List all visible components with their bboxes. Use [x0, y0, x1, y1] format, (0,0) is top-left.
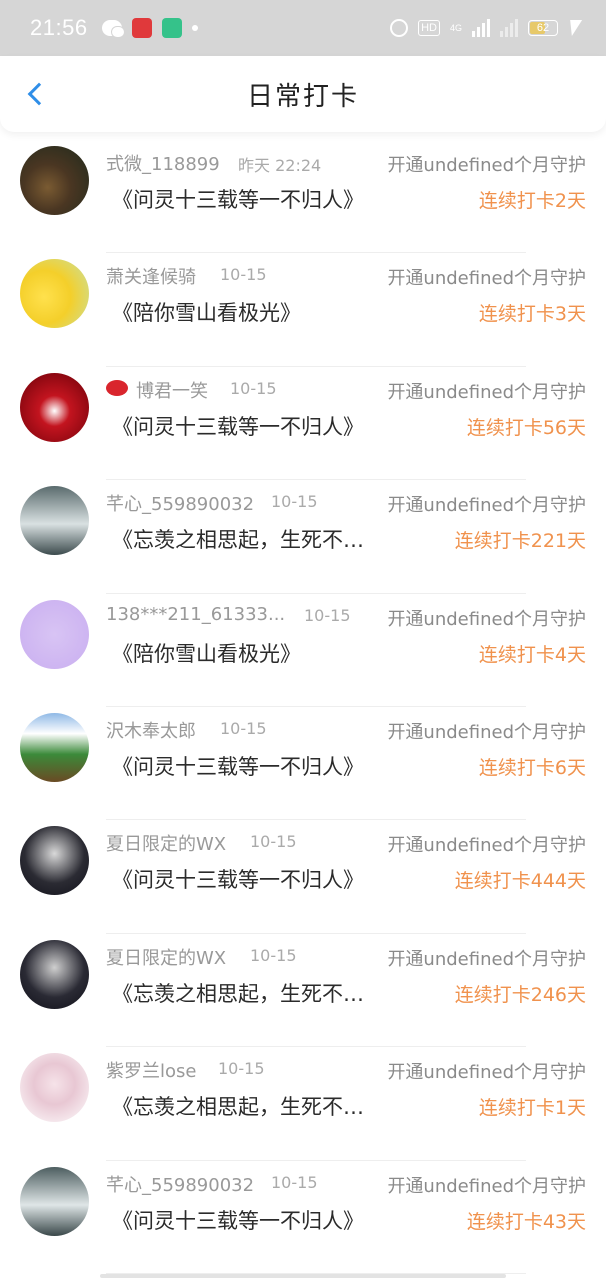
streak-badge: 连续打卡2天 — [478, 190, 586, 212]
streak-badge: 连续打卡1天 — [478, 1097, 586, 1120]
guard-status: 开通undefined个月守护 — [387, 155, 586, 176]
checkin-message[interactable]: 《忘羡之相思起，生死不离》 — [112, 524, 382, 554]
streak-badge: 连续打卡43天 — [466, 1210, 586, 1233]
streak-badge: 连续打卡246天 — [454, 983, 586, 1006]
avatar[interactable] — [20, 939, 89, 1009]
user-name[interactable]: 沢木奉太郎 — [106, 717, 196, 743]
list-item[interactable]: 夏日限定的WX 10-15 开通undefined个月守护 《问灵十三载等一不归人》 连… — [0, 820, 606, 934]
battery-level: 62 — [536, 22, 550, 34]
checkin-date: 10-15 — [218, 1059, 265, 1079]
notification-icons — [101, 18, 198, 38]
user-name[interactable]: 芊心_559890032 — [106, 1171, 254, 1197]
checkin-message[interactable]: 《陪你雪山看极光》 — [112, 297, 382, 327]
more-notifications-dot-icon — [191, 25, 198, 31]
network-type-label: 4G — [449, 23, 462, 33]
user-name[interactable]: 芊心_559890032 — [106, 490, 254, 516]
user-name[interactable]: 138***211_61333... — [106, 604, 285, 625]
app-notification-icon — [161, 18, 182, 38]
checkin-list: 式微_118899 昨天 22:24 开通undefined个月守护 《问灵十三载等一… — [0, 140, 606, 1274]
signal-icon — [472, 19, 490, 37]
alarm-icon — [390, 19, 409, 37]
streak-badge: 连续打卡3天 — [478, 303, 586, 326]
checkin-message[interactable]: 《问灵十三载等一不归人》 — [112, 184, 382, 214]
status-right: HD 4G 62 — [390, 19, 583, 37]
avatar[interactable] — [20, 712, 89, 782]
weibo-icon — [131, 18, 152, 38]
header: 日常打卡 — [0, 56, 606, 132]
list-item[interactable]: 夏日限定的WX 10-15 开通undefined个月守护 《忘羡之相思起，生死不离》… — [0, 934, 606, 1048]
user-name[interactable]: 夏日限定的WX — [106, 830, 226, 856]
avatar[interactable] — [20, 259, 89, 329]
list-item[interactable]: 芊心_559890032 10-15 开通undefined个月守护 《问灵十三载等一… — [0, 1161, 606, 1274]
page-title: 日常打卡 — [246, 81, 359, 112]
checkin-message[interactable]: 《忘羡之相思起，生死不离》 — [112, 978, 382, 1008]
checkin-date: 10-15 — [304, 605, 351, 625]
checkin-message[interactable]: 《问灵十三载等一不归人》 — [112, 1205, 382, 1235]
avatar[interactable] — [20, 1166, 89, 1236]
guard-status: 开通undefined个月守护 — [387, 1175, 586, 1197]
battery-icon: 62 — [528, 20, 558, 36]
checkin-date: 10-15 — [271, 1172, 318, 1192]
user-name[interactable]: 紫罗兰lose — [106, 1057, 196, 1083]
list-item[interactable]: 138***211_61333... 10-15 开通undefined个月守护 《陪… — [0, 594, 606, 707]
signal-secondary-icon — [500, 19, 518, 37]
guard-status: 开通undefined个月守护 — [387, 948, 586, 970]
checkin-message[interactable]: 《问灵十三载等一不归人》 — [112, 751, 382, 781]
checkin-date: 10-15 — [250, 945, 297, 965]
streak-badge: 连续打卡444天 — [454, 870, 586, 893]
streak-badge: 连续打卡4天 — [478, 643, 586, 666]
list-item[interactable]: 芊心_559890032 10-15 开通undefined个月守护 《忘羡之相思起，… — [0, 480, 606, 594]
streak-badge: 连续打卡6天 — [478, 756, 586, 779]
lips-icon — [106, 379, 128, 396]
list-item[interactable]: 博君一笑 10-15 开通undefined个月守护 《问灵十三载等一不归人》 连续打卡… — [0, 367, 606, 481]
checkin-date: 10-15 — [250, 832, 297, 852]
streak-badge: 连续打卡56天 — [466, 416, 586, 439]
guard-status: 开通undefined个月守护 — [387, 721, 586, 743]
charging-icon — [565, 20, 583, 36]
home-indicator[interactable] — [100, 1274, 506, 1278]
avatar[interactable] — [20, 146, 89, 215]
checkin-message[interactable]: 《问灵十三载等一不归人》 — [112, 864, 382, 894]
guard-status: 开通undefined个月守护 — [387, 1062, 586, 1084]
guard-status: 开通undefined个月守护 — [387, 268, 586, 290]
checkin-message[interactable]: 《忘羡之相思起，生死不离》 — [112, 1091, 382, 1121]
list-item[interactable]: 萧关逢候骑 10-15 开通undefined个月守护 《陪你雪山看极光》 连续打卡3天 — [0, 253, 606, 367]
checkin-date: 10-15 — [220, 718, 267, 738]
back-button[interactable] — [16, 74, 56, 114]
checkin-date: 10-15 — [220, 265, 267, 285]
avatar[interactable] — [20, 486, 89, 556]
list-item[interactable]: 紫罗兰lose 10-15 开通undefined个月守护 《忘羡之相思起，生死不离》… — [0, 1047, 606, 1161]
list-item[interactable]: 式微_118899 昨天 22:24 开通undefined个月守护 《问灵十三载等一… — [0, 140, 606, 254]
wechat-icon — [101, 20, 125, 38]
checkin-date: 昨天 22:24 — [238, 156, 322, 175]
status-bar: 21:56 HD 4G 62 — [0, 0, 606, 56]
list-item[interactable]: 沢木奉太郎 10-15 开通undefined个月守护 《问灵十三载等一不归人》 连续打… — [0, 707, 606, 821]
avatar[interactable] — [20, 1053, 89, 1123]
user-name[interactable]: 夏日限定的WX — [106, 944, 226, 970]
avatar[interactable] — [20, 372, 89, 442]
chevron-left-icon — [27, 82, 51, 106]
checkin-date: 10-15 — [271, 492, 318, 512]
user-name[interactable]: 萧关逢候骑 — [106, 263, 196, 289]
guard-status: 开通undefined个月守护 — [387, 835, 586, 857]
guard-status: 开通undefined个月守护 — [387, 608, 586, 630]
avatar[interactable] — [20, 599, 89, 669]
checkin-message[interactable]: 《陪你雪山看极光》 — [112, 638, 382, 668]
user-name[interactable]: 博君一笑 — [136, 377, 208, 403]
user-name[interactable]: 式微_118899 — [106, 150, 220, 176]
hd-icon: HD — [418, 20, 440, 36]
guard-status: 开通undefined个月守护 — [387, 495, 586, 517]
checkin-date: 10-15 — [230, 378, 277, 398]
checkin-message[interactable]: 《问灵十三载等一不归人》 — [112, 411, 382, 441]
guard-status: 开通undefined个月守护 — [387, 381, 586, 403]
streak-badge: 连续打卡221天 — [454, 530, 586, 553]
avatar[interactable] — [20, 826, 89, 896]
status-time: 21:56 — [30, 15, 88, 40]
